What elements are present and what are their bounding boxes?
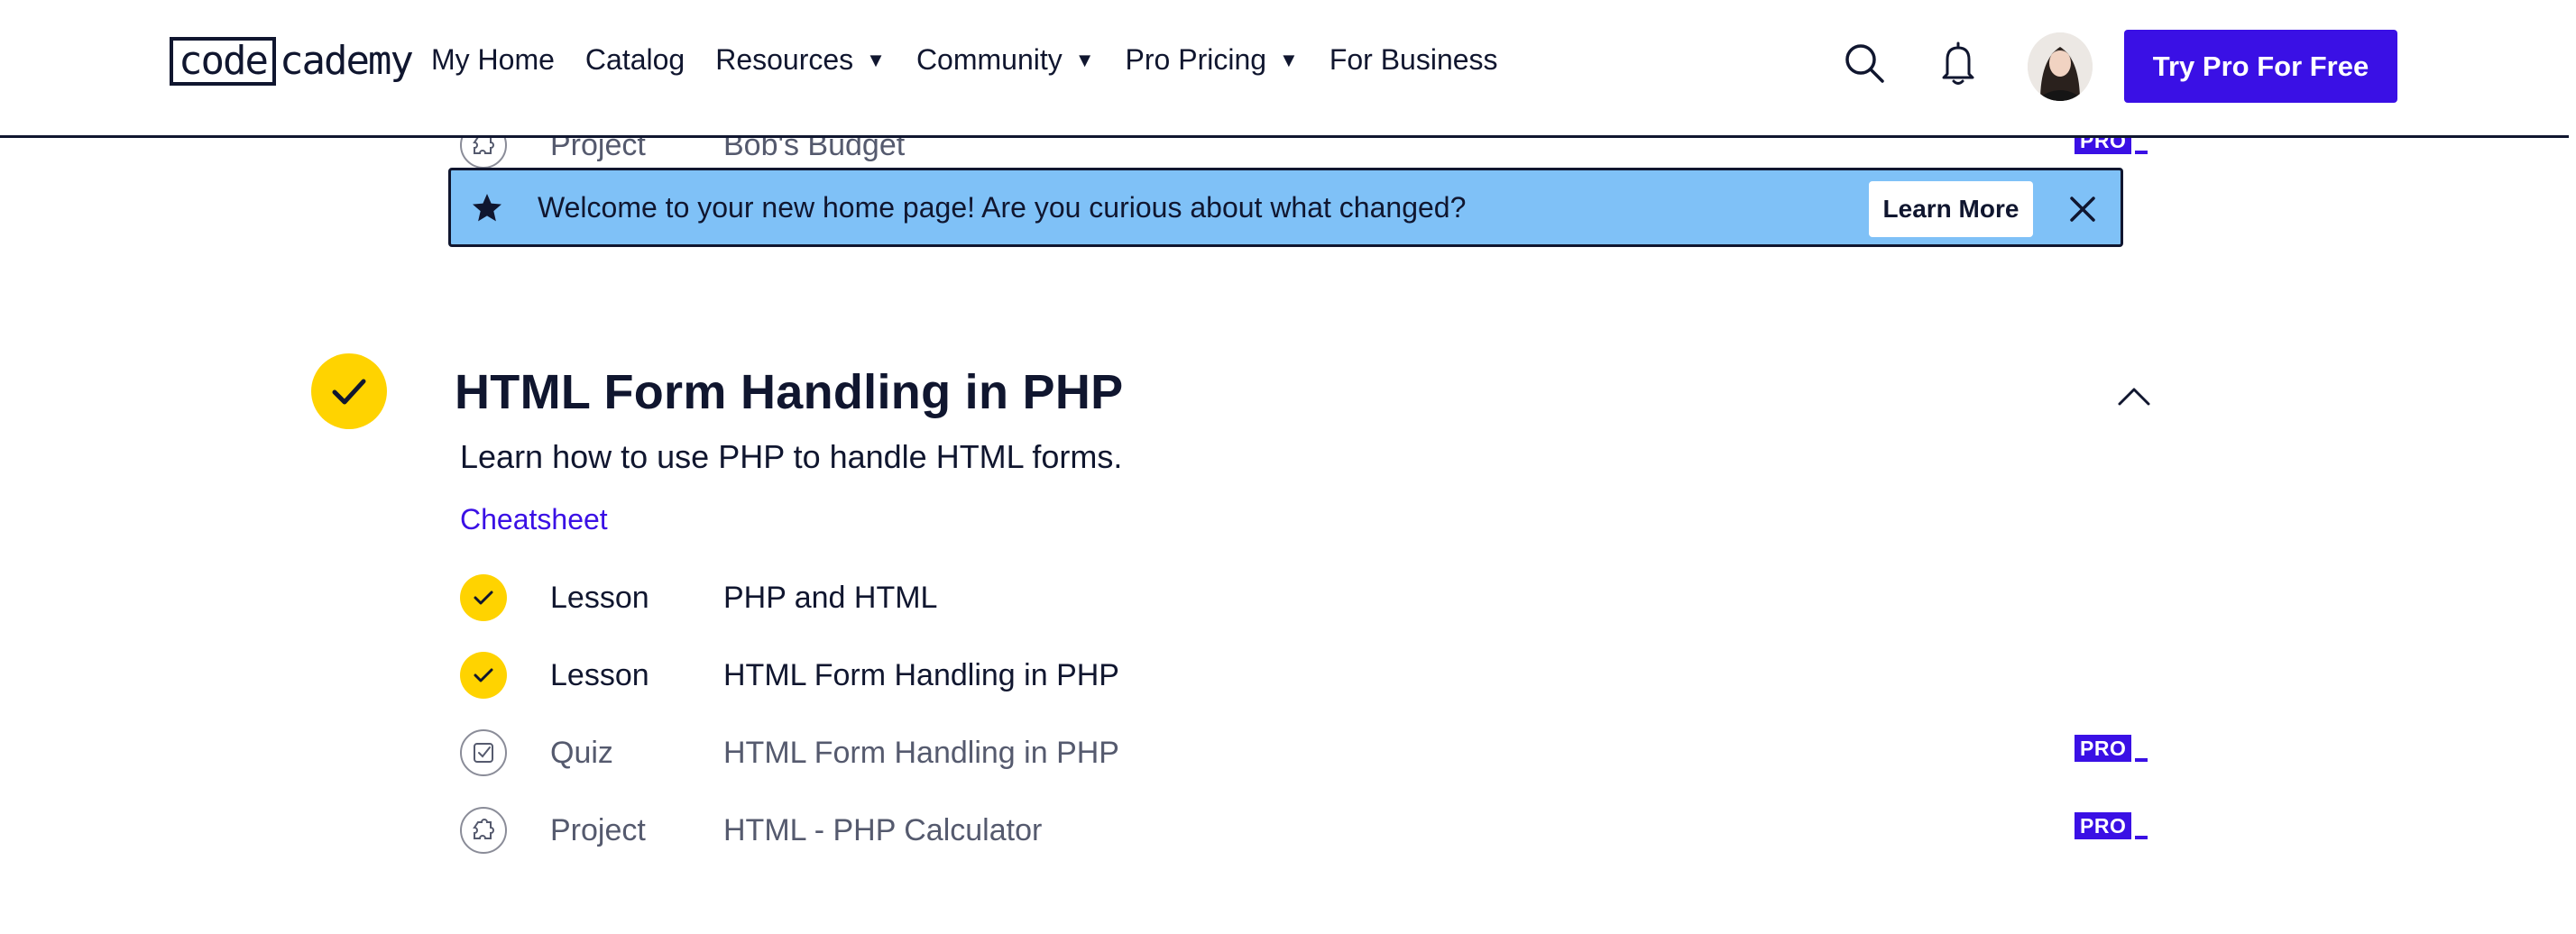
item-type: Project xyxy=(550,812,646,847)
item-type: Lesson xyxy=(550,657,649,692)
close-icon[interactable] xyxy=(2067,194,2098,224)
nav-my-home-label: My Home xyxy=(431,43,555,76)
quiz-icon xyxy=(474,743,493,763)
chevron-down-icon: ▼ xyxy=(866,48,886,71)
pro-label: PRO xyxy=(2075,812,2132,839)
item-title: HTML Form Handling in PHP xyxy=(723,735,1119,770)
star-icon xyxy=(473,194,501,222)
pro-cursor xyxy=(2135,151,2148,154)
main-nav: My Home Catalog Resources ▼ Community ▼ … xyxy=(431,43,1529,77)
list-item[interactable]: Lesson HTML Form Handling in PHP xyxy=(460,648,2147,702)
list-item[interactable]: Quiz HTML Form Handling in PHP PRO xyxy=(460,726,2148,780)
user-avatar[interactable] xyxy=(2028,32,2093,101)
avatar-image xyxy=(2028,32,2093,101)
item-title: HTML Form Handling in PHP xyxy=(723,657,1119,692)
pro-badge: PRO xyxy=(2075,812,2148,839)
checkmark-icon xyxy=(474,668,493,682)
nav-community[interactable]: Community ▼ xyxy=(916,43,1095,77)
welcome-banner: Welcome to your new home page! Are you c… xyxy=(448,168,2123,247)
try-pro-button[interactable]: Try Pro For Free xyxy=(2124,30,2397,103)
bell-icon[interactable] xyxy=(1936,40,1981,88)
codecademy-logo[interactable]: code cademy xyxy=(170,36,414,87)
module-title: HTML Form Handling in PHP xyxy=(455,365,1124,419)
item-title: HTML - PHP Calculator xyxy=(723,812,1043,847)
nav-for-business[interactable]: For Business xyxy=(1329,43,1498,77)
list-item[interactable]: Lesson PHP and HTML xyxy=(460,571,2147,625)
item-type: Quiz xyxy=(550,735,613,770)
nav-catalog-label: Catalog xyxy=(584,43,685,76)
logo-boxed-text: code xyxy=(170,37,276,86)
chevron-down-icon: ▼ xyxy=(1074,48,1095,71)
checkmark-icon xyxy=(474,591,493,605)
nav-community-label: Community xyxy=(915,43,1063,76)
nav-for-business-label: For Business xyxy=(1329,43,1498,76)
nav-resources[interactable]: Resources ▼ xyxy=(715,43,886,77)
pro-cursor xyxy=(2135,758,2148,762)
search-icon[interactable] xyxy=(1842,40,1887,88)
module-description: Learn how to use PHP to handle HTML form… xyxy=(460,438,1123,475)
nav-catalog[interactable]: Catalog xyxy=(585,43,685,77)
item-type: Lesson xyxy=(550,580,649,615)
nav-pro-pricing-label: Pro Pricing xyxy=(1125,43,1267,76)
chevron-down-icon: ▼ xyxy=(1279,48,1299,71)
top-navigation-bar: code cademy My Home Catalog Resources ▼ C… xyxy=(0,0,2569,138)
project-status-icon xyxy=(460,807,507,854)
nav-resources-label: Resources xyxy=(715,43,854,76)
list-item[interactable]: Project HTML - PHP Calculator PRO xyxy=(460,803,2148,857)
checkmark-icon xyxy=(332,379,366,405)
module-complete-icon xyxy=(311,353,387,429)
puzzle-icon xyxy=(473,819,494,839)
complete-status-icon xyxy=(460,574,507,621)
complete-status-icon xyxy=(460,652,507,699)
pro-badge: PRO xyxy=(2075,735,2148,762)
learn-more-button[interactable]: Learn More xyxy=(1869,181,2033,237)
nav-pro-pricing[interactable]: Pro Pricing ▼ xyxy=(1126,43,1299,77)
cheatsheet-link[interactable]: Cheatsheet xyxy=(460,503,608,536)
nav-my-home[interactable]: My Home xyxy=(431,43,555,77)
logo-text: cademy xyxy=(279,38,414,84)
pro-label: PRO xyxy=(2075,735,2132,762)
item-title: PHP and HTML xyxy=(723,580,938,615)
chevron-up-icon[interactable] xyxy=(2116,382,2152,409)
pro-cursor xyxy=(2135,836,2148,839)
banner-message: Welcome to your new home page! Are you c… xyxy=(538,190,1467,224)
quiz-status-icon xyxy=(460,729,507,776)
